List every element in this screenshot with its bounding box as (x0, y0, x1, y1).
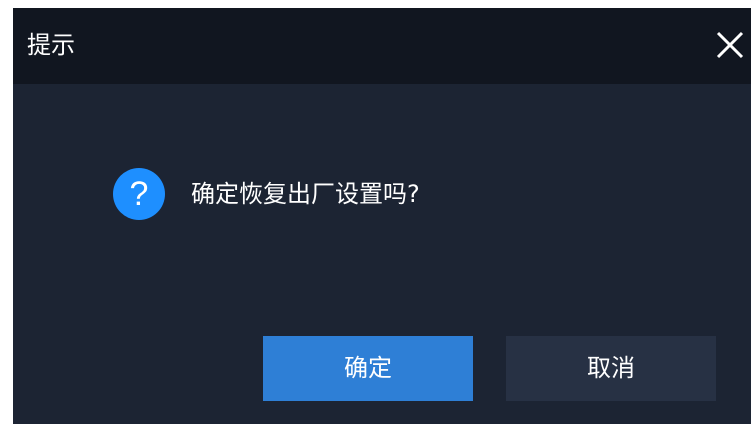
close-button[interactable] (709, 24, 751, 66)
message-row: ? 确定恢复出厂设置吗? (113, 168, 420, 220)
confirm-dialog: 提示 ? 确定恢复出厂设置吗? 确定 取消 (13, 8, 751, 424)
cancel-button[interactable]: 取消 (506, 336, 716, 401)
question-icon: ? (113, 168, 165, 220)
confirm-button[interactable]: 确定 (263, 336, 473, 401)
dialog-titlebar: 提示 (13, 8, 751, 84)
dialog-title: 提示 (27, 31, 75, 59)
dialog-message: 确定恢复出厂设置吗? (191, 180, 420, 208)
close-icon (716, 31, 744, 59)
